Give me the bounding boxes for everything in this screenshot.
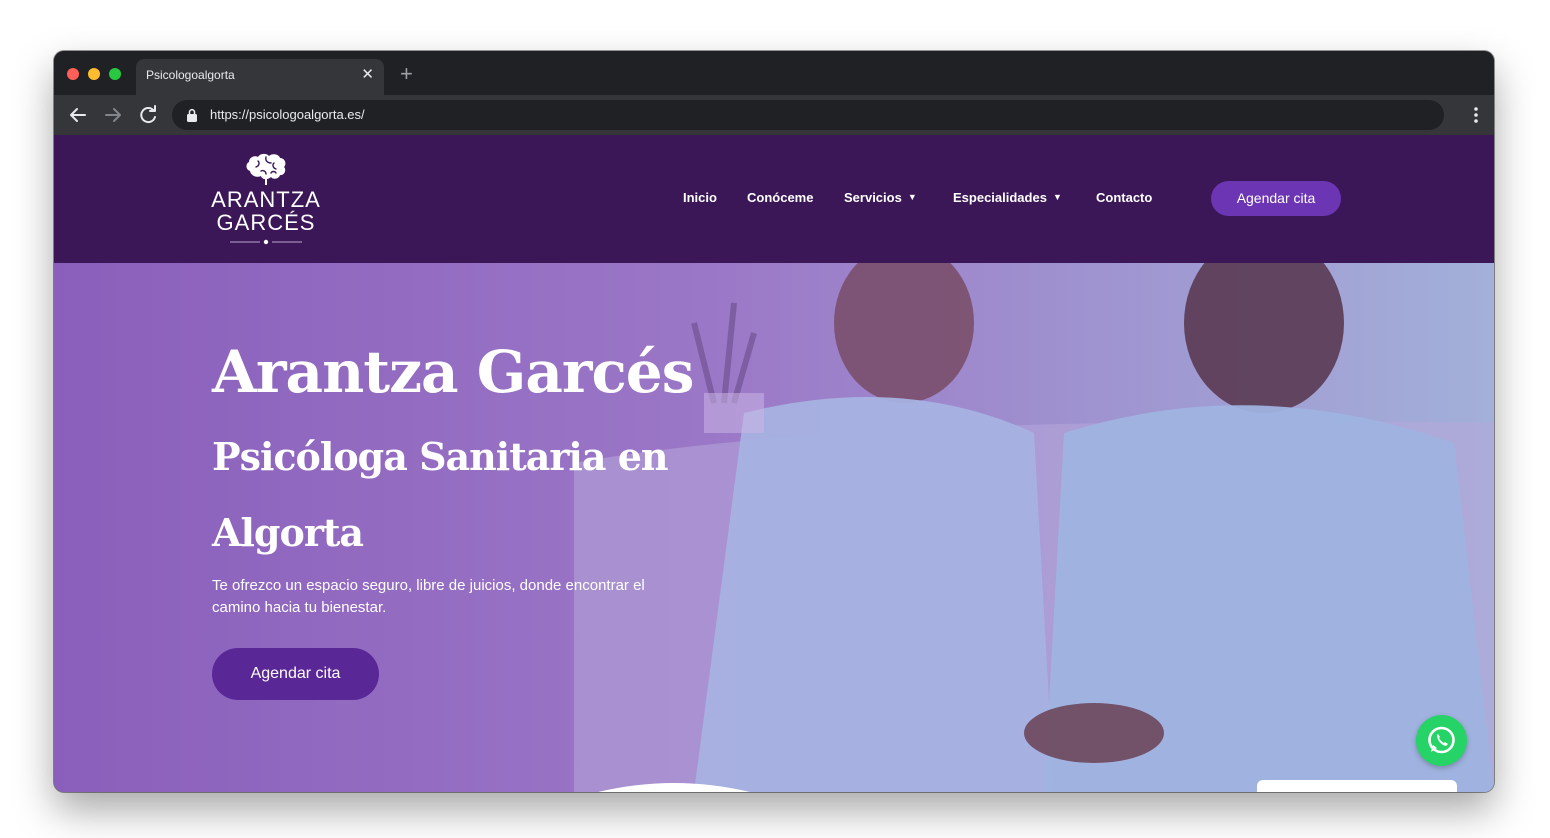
minimize-window-button[interactable] (88, 68, 100, 80)
browser-toolbar: https://psicologoalgorta.es/ (54, 95, 1494, 135)
address-bar[interactable]: https://psicologoalgorta.es/ (172, 100, 1444, 130)
hero-title: Arantza Garcés (212, 338, 694, 406)
chevron-down-icon: ▼ (1052, 192, 1062, 202)
brain-icon (246, 153, 286, 185)
kebab-menu-icon[interactable] (1474, 105, 1478, 125)
web-page: ARANTZA GARCÉS Inicio Conóceme Servicios… (54, 135, 1494, 792)
whatsapp-button[interactable] (1416, 715, 1467, 766)
nav-servicios-label: Servicios (844, 190, 902, 205)
hero-book-appointment-button[interactable]: Agendar cita (212, 648, 379, 700)
header-book-appointment-button[interactable]: Agendar cita (1211, 181, 1341, 216)
logo-divider (230, 239, 302, 245)
browser-window: Psicologoalgorta ✕ + https://psicologoal… (54, 51, 1494, 792)
tab-close-icon[interactable]: ✕ (361, 66, 374, 84)
site-header: ARANTZA GARCÉS Inicio Conóceme Servicios… (54, 135, 1494, 263)
active-tab[interactable]: Psicologoalgorta ✕ (136, 59, 384, 95)
close-window-button[interactable] (67, 68, 79, 80)
hero-description: Te ofrezco un espacio seguro, libre de j… (212, 577, 645, 616)
reload-icon[interactable] (136, 103, 160, 127)
tab-bar: Psicologoalgorta ✕ + (54, 51, 1494, 95)
chevron-down-icon: ▼ (907, 192, 917, 202)
nav-inicio[interactable]: Inicio (683, 190, 717, 205)
new-tab-button[interactable]: + (400, 62, 413, 86)
logo-last-name: GARCÉS (216, 210, 316, 235)
site-logo[interactable]: ARANTZA GARCÉS (204, 153, 328, 247)
nav-contacto[interactable]: Contacto (1096, 190, 1152, 205)
lock-icon (187, 108, 197, 122)
floating-card-edge (1257, 780, 1457, 792)
back-arrow-icon[interactable] (66, 103, 90, 127)
maximize-window-button[interactable] (109, 68, 121, 80)
hero-section: Arantza Garcés Psicóloga Sanitaria en Al… (54, 263, 1494, 792)
hero-subtitle: Psicóloga Sanitaria en Algorta (212, 434, 669, 555)
section-divider-curve (598, 783, 750, 792)
tab-title: Psicologoalgorta (146, 68, 235, 82)
forward-arrow-icon[interactable] (101, 103, 125, 127)
nav-especialidades-label: Especialidades (953, 190, 1047, 205)
url-text[interactable]: https://psicologoalgorta.es/ (210, 107, 365, 122)
nav-conoceme[interactable]: Conóceme (747, 190, 813, 205)
whatsapp-icon (1428, 726, 1455, 754)
nav-servicios[interactable]: Servicios ▼ (844, 190, 917, 205)
nav-especialidades[interactable]: Especialidades ▼ (953, 190, 1062, 205)
